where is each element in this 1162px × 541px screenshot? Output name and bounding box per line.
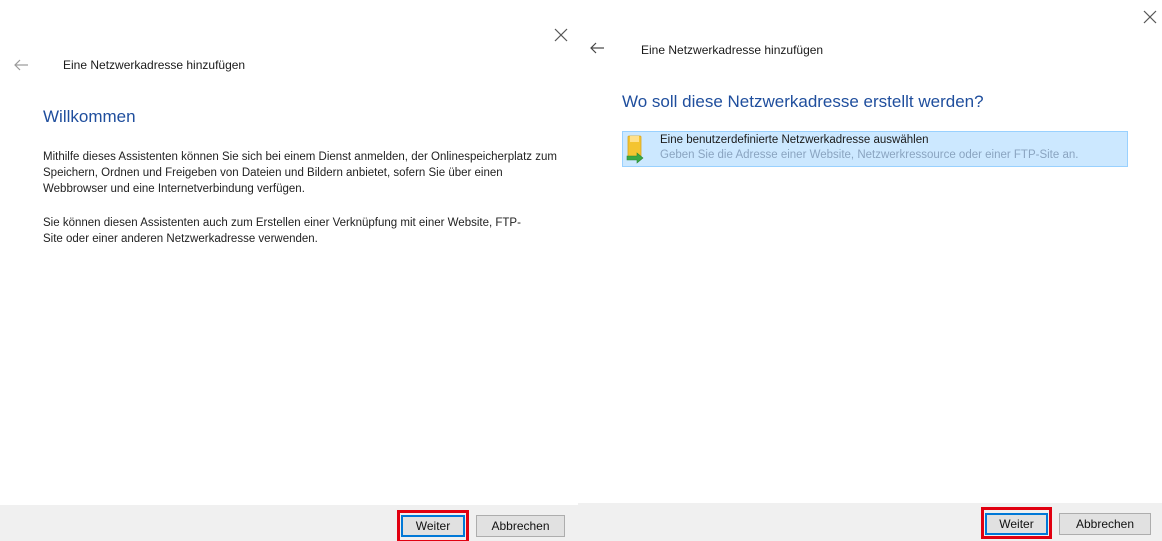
close-icon — [554, 28, 568, 42]
cancel-button[interactable]: Abbrechen — [1059, 513, 1151, 535]
intro-paragraph: Mithilfe dieses Assistenten können Sie s… — [43, 151, 557, 195]
wizard-title: Eine Netzwerkadresse hinzufügen — [63, 58, 246, 72]
button-bar: Weiter Abbrechen — [0, 505, 578, 541]
wizard-panel-location: Eine Netzwerkadresse hinzufügen Wo soll … — [578, 0, 1162, 541]
page-heading: Wo soll diese Netzwerkadresse erstellt w… — [622, 92, 984, 111]
network-folder-icon — [625, 134, 647, 164]
close-button[interactable] — [1141, 8, 1159, 26]
wizard-panel-welcome: Eine Netzwerkadresse hinzufügen Willkomm… — [0, 0, 578, 541]
wizard-title: Eine Netzwerkadresse hinzufügen — [641, 43, 824, 57]
next-button[interactable]: Weiter — [985, 513, 1048, 535]
cancel-button[interactable]: Abbrechen — [476, 515, 565, 537]
option-custom-network-location[interactable]: Eine benutzerdefinierte Netzwerkadresse … — [622, 131, 1128, 167]
secondary-paragraph: Sie können diesen Assistenten auch zum E… — [43, 217, 521, 245]
option-label: Eine benutzerdefinierte Netzwerkadresse … — [660, 134, 929, 146]
back-arrow-icon — [590, 42, 604, 54]
option-description: Geben Sie die Adresse einer Website, Net… — [660, 149, 1079, 161]
back-button[interactable] — [12, 57, 32, 73]
close-button[interactable] — [552, 26, 570, 44]
next-button[interactable]: Weiter — [401, 515, 465, 537]
button-bar: Weiter Abbrechen — [578, 503, 1162, 541]
back-arrow-icon — [14, 59, 28, 71]
page-heading: Willkommen — [43, 107, 136, 126]
close-icon — [1143, 10, 1157, 24]
back-button[interactable] — [588, 40, 608, 56]
